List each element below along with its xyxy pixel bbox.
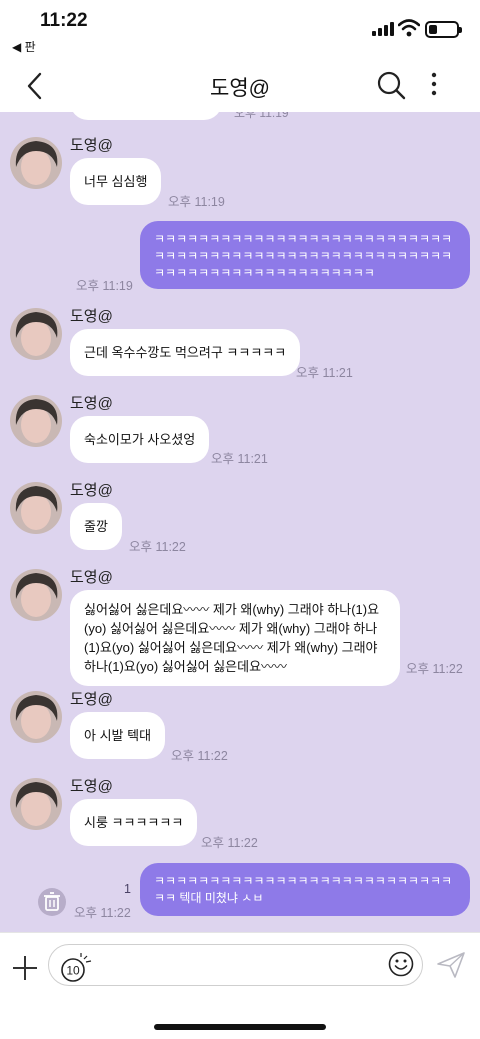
message-time: 오후 11:22 <box>74 906 131 920</box>
message-time: 오후 11:21 <box>211 452 268 466</box>
message-bubble[interactable]: 시룽 ㅋㅋㅋㅋㅋㅋ <box>70 799 198 846</box>
message-time: 오후 11:22 <box>201 836 258 850</box>
message-time: 오후 11:19 <box>168 195 225 209</box>
home-indicator <box>154 1024 326 1030</box>
sender-name: 도영@ <box>70 691 113 708</box>
delete-unsent-button[interactable] <box>38 888 66 916</box>
sender-name: 도영@ <box>70 569 113 586</box>
signal-icon <box>372 22 394 36</box>
chat-area[interactable]: 오후 11:19 도영@ 너무 심심행 오후 11:19 ㅋㅋㅋㅋㅋㅋㅋㅋㅋㅋㅋ… <box>0 112 480 932</box>
sender-name: 도영@ <box>70 482 113 499</box>
sender-name: 도영@ <box>70 308 113 325</box>
emoji-icon[interactable] <box>388 951 414 977</box>
unread-count: 1 <box>124 882 131 896</box>
my-message-bubble[interactable]: ㅋㅋㅋㅋㅋㅋㅋㅋㅋㅋㅋㅋㅋㅋㅋㅋㅋㅋㅋㅋㅋㅋㅋㅋㅋㅋㅋㅋㅋ 텍대 미쳤냐 ㅅㅂ <box>140 863 470 916</box>
back-to-app-link[interactable]: ◀ 판 <box>12 38 36 55</box>
avatar[interactable] <box>10 395 62 447</box>
my-message-bubble[interactable]: ㅋㅋㅋㅋㅋㅋㅋㅋㅋㅋㅋㅋㅋㅋㅋㅋㅋㅋㅋㅋㅋㅋㅋㅋㅋㅋㅋㅋㅋㅋㅋㅋㅋㅋㅋㅋㅋㅋㅋㅋ… <box>140 221 470 289</box>
timer-button[interactable]: 10 <box>60 953 94 988</box>
previous-message-bubble <box>70 112 222 120</box>
status-time: 11:22 <box>40 10 88 31</box>
avatar[interactable] <box>10 691 62 743</box>
chat-title: 도영@ <box>210 77 270 100</box>
message-bubble[interactable]: 너무 심심행 <box>70 158 162 205</box>
timer-label: 10 <box>66 964 80 978</box>
battery-icon <box>425 21 462 38</box>
sender-name: 도영@ <box>70 395 113 412</box>
sender-name: 도영@ <box>70 778 113 795</box>
message-time: 오후 11:22 <box>406 662 463 676</box>
timer-icon: 10 <box>61 953 92 982</box>
chat-header: 도영@ <box>0 60 480 112</box>
avatar[interactable] <box>10 137 62 189</box>
plus-icon[interactable] <box>12 955 38 981</box>
more-vertical-icon[interactable] <box>430 72 438 96</box>
message-bubble[interactable]: 아 시발 텍대 <box>70 712 166 759</box>
message-bubble[interactable]: 숙소이모가 사오셨엉 <box>70 416 210 463</box>
message-bubble[interactable]: 줄깡 <box>70 503 122 550</box>
message-time: 오후 11:19 <box>234 112 289 120</box>
message-time: 오후 11:21 <box>296 366 353 380</box>
send-icon[interactable] <box>436 951 466 979</box>
message-input-bar: 10 <box>0 932 480 1039</box>
avatar[interactable] <box>10 778 62 830</box>
message-input[interactable] <box>48 944 423 986</box>
avatar[interactable] <box>10 569 62 621</box>
message-bubble[interactable]: 싫어싫어 싫은데요〰〰 제가 왜(why) 그래야 하나(1)요(yo) 싫어싫… <box>70 590 400 686</box>
avatar[interactable] <box>10 482 62 534</box>
message-bubble[interactable]: 근데 옥수수깡도 먹으려구 ㅋㅋㅋㅋㅋ <box>70 329 301 376</box>
status-bar: 11:22 ◀ 판 <box>0 0 480 60</box>
message-time: 오후 11:22 <box>129 540 186 554</box>
sender-name: 도영@ <box>70 137 113 154</box>
avatar[interactable] <box>10 308 62 360</box>
message-time: 오후 11:19 <box>76 279 133 293</box>
wifi-icon <box>398 19 420 37</box>
trash-icon <box>44 892 60 911</box>
search-icon[interactable] <box>376 70 406 100</box>
message-time: 오후 11:22 <box>171 749 228 763</box>
